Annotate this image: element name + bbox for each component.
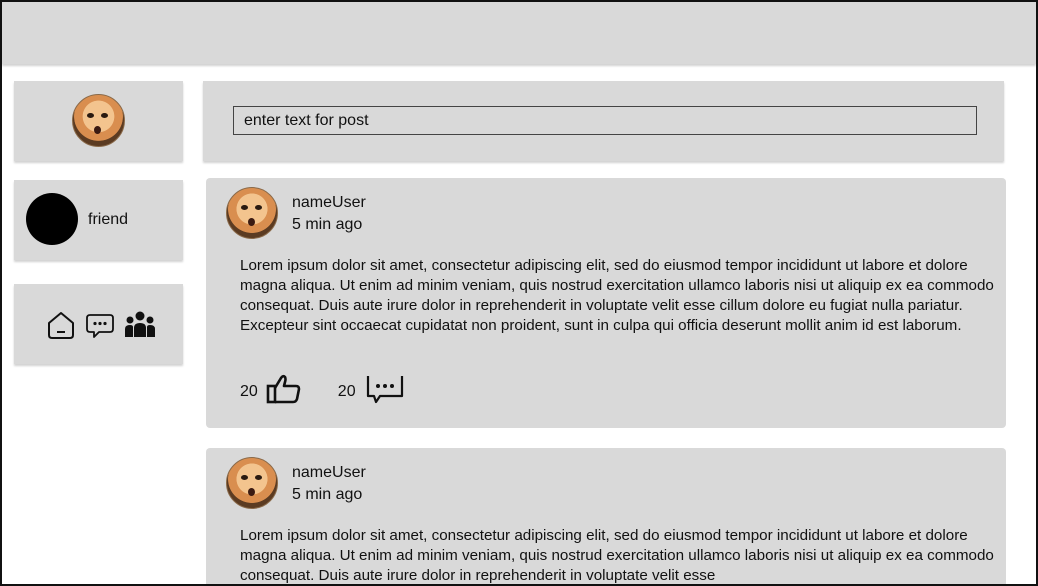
friend-list-item[interactable]: friend bbox=[14, 180, 183, 260]
user-avatar[interactable] bbox=[226, 187, 278, 239]
profile-avatar[interactable] bbox=[72, 94, 125, 147]
nav-menu bbox=[14, 284, 183, 364]
top-bar bbox=[2, 2, 1036, 64]
post-composer bbox=[203, 81, 1004, 161]
group-icon[interactable] bbox=[123, 309, 157, 346]
post-card: nameUser 5 min ago Lorem ipsum dolor sit… bbox=[206, 178, 1006, 428]
post-username[interactable]: nameUser bbox=[292, 194, 366, 212]
post-actions: 20 20 bbox=[240, 374, 406, 409]
chat-icon[interactable] bbox=[84, 309, 116, 346]
friend-avatar[interactable] bbox=[26, 193, 78, 245]
post-input[interactable] bbox=[233, 106, 977, 135]
post-timestamp: 5 min ago bbox=[292, 216, 363, 233]
profile-card[interactable] bbox=[14, 81, 183, 161]
comment-count: 20 bbox=[337, 382, 356, 400]
post-body: Lorem ipsum dolor sit amet, consectetur … bbox=[240, 527, 994, 584]
like-button[interactable] bbox=[266, 374, 302, 409]
user-avatar[interactable] bbox=[226, 457, 278, 509]
post-timestamp: 5 min ago bbox=[292, 486, 363, 503]
post-body: Lorem ipsum dolor sit amet, consectetur … bbox=[240, 257, 994, 334]
post-card: nameUser 5 min ago Lorem ipsum dolor sit… bbox=[206, 448, 1006, 584]
home-icon[interactable] bbox=[45, 309, 77, 346]
thumbs-up-icon bbox=[266, 374, 302, 409]
like-count: 20 bbox=[240, 382, 258, 400]
post-username[interactable]: nameUser bbox=[292, 464, 366, 482]
app-frame: friend enter text for post nameUser 5 mi… bbox=[0, 0, 1038, 586]
friend-name[interactable]: friend bbox=[88, 211, 128, 229]
comment-button[interactable] bbox=[364, 374, 406, 409]
comment-icon bbox=[364, 374, 406, 409]
